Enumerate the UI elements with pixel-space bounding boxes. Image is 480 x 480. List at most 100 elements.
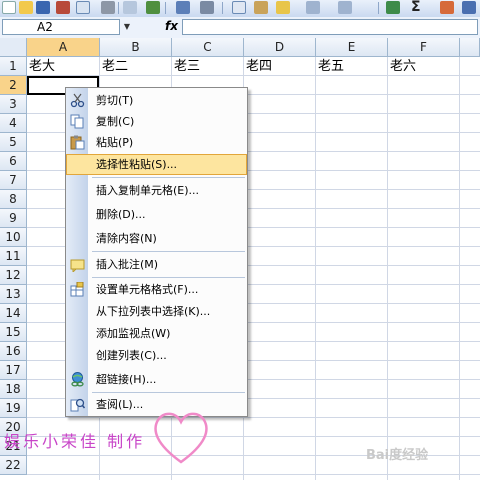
row-header-1[interactable]: 1 [0,57,27,76]
heart-watermark-icon [154,412,208,464]
grid-line [315,57,316,480]
menu-item-insert-copied-cells[interactable]: 插入复制单元格(E)... [66,180,247,201]
insert-function-icon[interactable]: fx [165,19,178,33]
grid-line [27,474,480,475]
print-preview-icon[interactable] [123,1,137,14]
row-header-10[interactable]: 10 [0,228,27,247]
copy-icon[interactable] [232,1,246,14]
menu-item-label: 查阅(L)... [96,398,144,411]
menu-item-label: 创建列表(C)... [96,349,167,362]
save-icon[interactable] [36,1,50,14]
hyperlink-icon[interactable] [386,1,400,14]
menu-item-label: 超链接(H)... [96,373,157,386]
comment-icon [70,257,85,274]
menu-item-pick-from-list[interactable]: 从下拉列表中选择(K)... [66,301,247,322]
menu-item-label: 复制(C) [96,115,135,128]
column-header-b[interactable]: B [100,38,172,57]
row-header-14[interactable]: 14 [0,304,27,323]
menu-item-hyperlink[interactable]: 超链接(H)... [66,369,247,390]
row-header-8[interactable]: 8 [0,190,27,209]
menu-item-label: 插入复制单元格(E)... [96,184,200,197]
print-icon[interactable] [101,1,115,14]
column-header-c[interactable]: C [172,38,244,57]
paste-icon[interactable] [254,1,268,14]
menu-item-label: 删除(D)... [96,208,146,221]
row-header-7[interactable]: 7 [0,171,27,190]
row-header-17[interactable]: 17 [0,361,27,380]
formula-input[interactable] [182,19,478,35]
redo-icon[interactable] [338,1,352,14]
menu-separator [92,277,245,278]
context-menu: 剪切(T) 复制(C) 粘贴(P) 选择性粘贴(S)... 插入复制单元格(E)… [65,87,248,417]
row-header-6[interactable]: 6 [0,152,27,171]
menu-item-format-cells[interactable]: 设置单元格格式(F)... [66,279,247,300]
spelling-icon[interactable] [146,1,160,14]
baidu-jingyan-logo: Bai度经验 [366,448,429,463]
research-icon[interactable] [176,1,190,14]
column-header-g[interactable] [460,38,480,57]
column-header-d[interactable]: D [244,38,316,57]
toolbar-separator [378,2,379,14]
menu-item-copy[interactable]: 复制(C) [66,111,247,132]
chevron-down-icon[interactable]: ▼ [122,20,132,34]
row-header-15[interactable]: 15 [0,323,27,342]
row-header-22[interactable]: 22 [0,456,27,475]
row-header-3[interactable]: 3 [0,95,27,114]
menu-item-paste-special[interactable]: 选择性粘贴(S)... [66,154,247,175]
menu-separator [92,251,245,252]
menu-item-create-list[interactable]: 创建列表(C)... [66,345,247,366]
new-icon[interactable] [2,1,16,14]
menu-item-delete[interactable]: 删除(D)... [66,204,247,225]
permission-icon[interactable] [56,1,70,14]
menu-item-add-watch[interactable]: 添加监视点(W) [66,323,247,344]
column-header-e[interactable]: E [316,38,388,57]
name-box[interactable]: A2 [2,19,120,35]
row-header-12[interactable]: 12 [0,266,27,285]
cell-f1[interactable]: 老六 [388,57,416,76]
menu-item-cut[interactable]: 剪切(T) [66,90,247,111]
row-header-16[interactable]: 16 [0,342,27,361]
row-header-5[interactable]: 5 [0,133,27,152]
row-header-9[interactable]: 9 [0,209,27,228]
menu-item-clear-contents[interactable]: 清除内容(N) [66,228,247,249]
row-header-13[interactable]: 13 [0,285,27,304]
row-header-4[interactable]: 4 [0,114,27,133]
autosum-icon[interactable]: Σ [411,0,421,15]
menu-item-label: 选择性粘贴(S)... [96,158,178,171]
cut-icon[interactable] [200,1,214,14]
column-header-a[interactable]: A [27,38,100,57]
select-all-corner[interactable] [0,38,27,57]
toolbar-separator [222,2,223,14]
email-icon[interactable] [76,1,90,14]
cell-c1[interactable]: 老三 [172,57,200,76]
cell-a1[interactable]: 老大 [27,57,55,76]
cell-e1[interactable]: 老五 [316,57,344,76]
standard-toolbar: Σ [0,0,480,18]
format-cells-icon [70,281,85,297]
menu-separator [92,177,245,178]
row-header-18[interactable]: 18 [0,380,27,399]
row-header-2[interactable]: 2 [0,76,27,95]
sort-icon[interactable] [440,1,454,14]
cell-d1[interactable]: 老四 [244,57,272,76]
grid-line [27,417,480,418]
undo-icon[interactable] [306,1,320,14]
row-header-19[interactable]: 19 [0,399,27,418]
menu-item-label: 添加监视点(W) [96,327,171,340]
format-painter-icon[interactable] [276,1,290,14]
menu-item-insert-comment[interactable]: 插入批注(M) [66,254,247,275]
menu-item-paste[interactable]: 粘贴(P) [66,132,247,153]
menu-separator [92,392,245,393]
chart-icon[interactable] [462,1,476,14]
grid-line [387,57,388,480]
watermark-text: 娱乐小荣佳 制作 [4,432,146,451]
row-header-11[interactable]: 11 [0,247,27,266]
open-icon[interactable] [19,1,33,14]
menu-item-label: 粘贴(P) [96,136,134,149]
scissors-icon [70,93,85,108]
grid-line [459,57,460,480]
menu-item-label: 设置单元格格式(F)... [96,283,199,296]
menu-item-label: 剪切(T) [96,94,134,107]
column-header-f[interactable]: F [388,38,460,57]
cell-b1[interactable]: 老二 [100,57,128,76]
